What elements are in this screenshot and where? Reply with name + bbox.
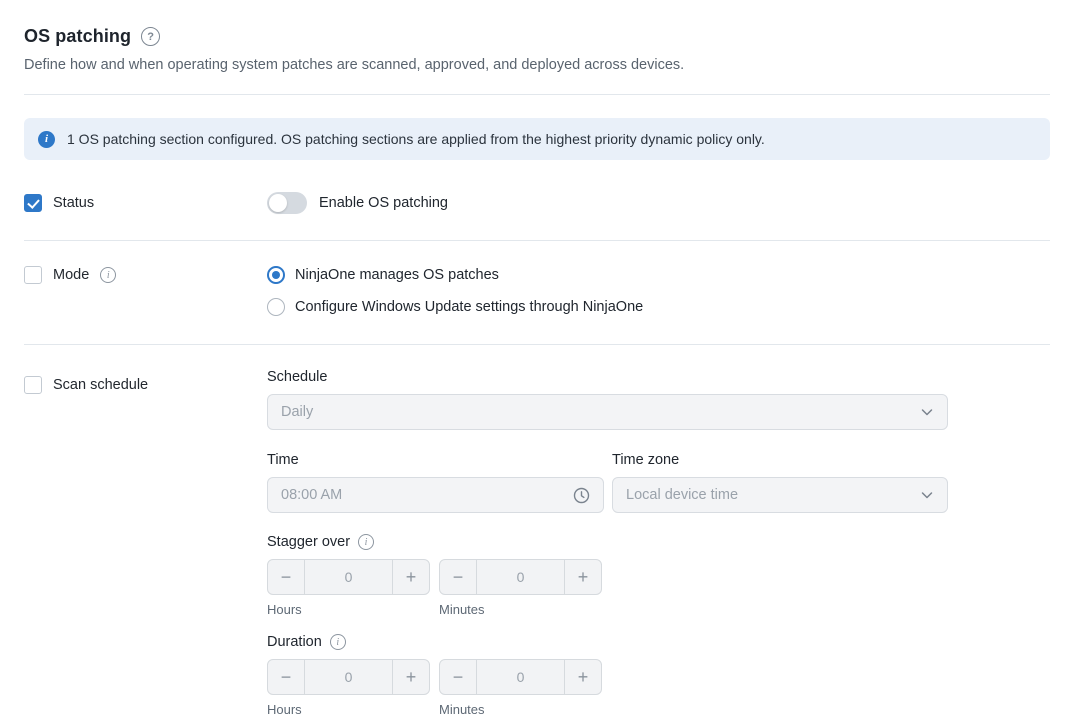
chevron-down-icon [920,405,934,419]
minus-button[interactable]: − [440,560,477,594]
duration-hours-unit-label: Hours [267,702,430,717]
enable-os-patching-label: Enable OS patching [319,195,448,211]
info-icon: i [38,131,55,148]
info-banner-text: 1 OS patching section configured. OS pat… [67,131,765,147]
divider [24,94,1050,95]
schedule-field-label: Schedule [267,369,948,385]
scan-schedule-row: Scan schedule Schedule Daily Time 08:00 … [24,369,1050,722]
plus-button[interactable]: + [564,560,601,594]
timezone-select-value: Local device time [626,487,920,503]
stagger-over-label: Stagger over [267,534,350,550]
stagger-hours-stepper: − 0 + [267,559,430,595]
radio-option-windows-update[interactable]: Configure Windows Update settings throug… [267,298,643,316]
mode-label: Mode [53,267,89,283]
page-title: OS patching [24,26,131,47]
divider [24,240,1050,241]
time-field-label: Time [267,452,604,468]
duration-hours-value[interactable]: 0 [305,660,392,694]
timezone-select[interactable]: Local device time [612,477,948,513]
time-input[interactable]: 08:00 AM [267,477,604,513]
minus-button[interactable]: − [268,660,305,694]
plus-button[interactable]: + [564,660,601,694]
scan-schedule-label: Scan schedule [53,377,148,393]
divider [24,344,1050,345]
radio-selected[interactable] [267,266,285,284]
duration-minutes-value[interactable]: 0 [477,660,564,694]
stagger-hours-value[interactable]: 0 [305,560,392,594]
timezone-field-label: Time zone [612,452,948,468]
mode-row: Mode i NinjaOne manages OS patches Confi… [24,266,1050,316]
radio-option-label: Configure Windows Update settings throug… [295,299,643,315]
duration-minutes-unit-label: Minutes [439,702,602,717]
status-row: Status Enable OS patching [24,192,1050,214]
duration-info-icon[interactable]: i [330,634,346,650]
plus-button[interactable]: + [392,660,429,694]
status-checkbox[interactable] [24,194,42,212]
stagger-minutes-stepper: − 0 + [439,559,602,595]
duration-minutes-stepper: − 0 + [439,659,602,695]
minus-button[interactable]: − [440,660,477,694]
plus-button[interactable]: + [392,560,429,594]
stagger-over-block: Stagger over i − 0 + − 0 + [267,534,948,617]
duration-hours-stepper: − 0 + [267,659,430,695]
mode-info-icon[interactable]: i [100,267,116,283]
scan-schedule-checkbox[interactable] [24,376,42,394]
time-input-value: 08:00 AM [281,487,573,503]
radio-option-label: NinjaOne manages OS patches [295,267,499,283]
info-banner: i 1 OS patching section configured. OS p… [24,118,1050,160]
schedule-select[interactable]: Daily [267,394,948,430]
mode-radio-group: NinjaOne manages OS patches Configure Wi… [267,266,643,316]
radio-unselected[interactable] [267,298,285,316]
enable-os-patching-toggle[interactable] [267,192,307,214]
chevron-down-icon [920,488,934,502]
page-header: OS patching ? [24,26,1050,47]
stagger-minutes-value[interactable]: 0 [477,560,564,594]
clock-icon [573,487,590,504]
toggle-knob [269,194,287,212]
duration-label: Duration [267,634,322,650]
mode-checkbox[interactable] [24,266,42,284]
status-label: Status [53,195,94,211]
os-patching-settings-page: OS patching ? Define how and when operat… [0,0,1076,722]
stagger-over-info-icon[interactable]: i [358,534,374,550]
radio-option-ninjaone-manages[interactable]: NinjaOne manages OS patches [267,266,643,284]
schedule-select-value: Daily [281,404,920,420]
stagger-hours-unit-label: Hours [267,602,430,617]
help-icon[interactable]: ? [141,27,160,46]
stagger-minutes-unit-label: Minutes [439,602,602,617]
scan-schedule-fields: Schedule Daily Time 08:00 AM [267,369,948,722]
page-subtitle: Define how and when operating system pat… [24,57,1050,73]
duration-block: Duration i − 0 + − 0 + [267,634,948,717]
minus-button[interactable]: − [268,560,305,594]
